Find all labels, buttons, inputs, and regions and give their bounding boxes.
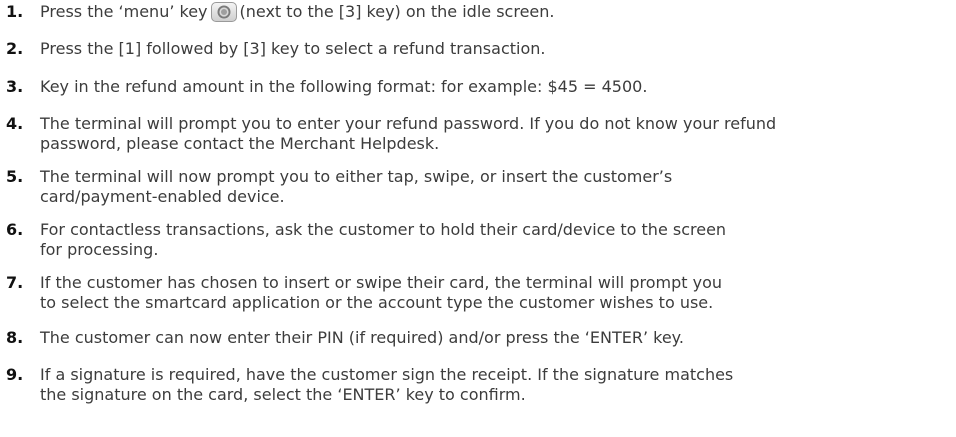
step-7: 7. If the customer has chosen to insert … (6, 273, 722, 313)
step-line: If the customer has chosen to insert or … (40, 273, 723, 292)
step-line: For contactless transactions, ask the cu… (40, 220, 727, 239)
step-number: 6. (6, 220, 24, 239)
step-3: 3. Key in the refund amount in the follo… (6, 77, 647, 97)
step-line: Press the [1] followed by [3] key to sel… (40, 39, 546, 58)
step-2: 2. Press the [1] followed by [3] key to … (6, 39, 545, 59)
step-text: The terminal will now prompt you to eith… (40, 167, 672, 207)
step-text-before: Press the ‘menu’ key (40, 2, 208, 21)
step-5: 5. The terminal will now prompt you to e… (6, 167, 672, 207)
step-text: If the customer has chosen to insert or … (40, 273, 722, 313)
step-line: password, please contact the Merchant He… (40, 134, 440, 153)
step-text: Key in the refund amount in the followin… (40, 77, 647, 97)
step-9: 9. If a signature is required, have the … (6, 365, 733, 405)
step-number: 1. (6, 2, 24, 21)
step-number: 3. (6, 77, 24, 96)
step-number: 4. (6, 114, 24, 133)
step-number: 8. (6, 328, 24, 347)
step-line: The customer can now enter their PIN (if… (40, 328, 684, 347)
step-line: card/payment-enabled device. (40, 187, 285, 206)
step-text: If a signature is required, have the cus… (40, 365, 733, 405)
step-text: For contactless transactions, ask the cu… (40, 220, 726, 260)
step-text: Press the ‘menu’ key (next to the [3] key… (40, 2, 554, 22)
step-line: If a signature is required, have the cus… (40, 365, 734, 384)
step-line: to select the smartcard application or t… (40, 293, 714, 312)
step-text: The terminal will prompt you to enter yo… (40, 114, 776, 154)
step-4: 4. The terminal will prompt you to enter… (6, 114, 776, 154)
step-line: The terminal will now prompt you to eith… (40, 167, 673, 186)
step-line: for processing. (40, 240, 159, 259)
step-text-after: (next to the [3] key) on the idle screen… (239, 2, 555, 21)
step-number: 2. (6, 39, 24, 58)
step-text: Press the [1] followed by [3] key to sel… (40, 39, 545, 59)
step-line: The terminal will prompt you to enter yo… (40, 114, 777, 133)
step-8: 8. The customer can now enter their PIN … (6, 328, 684, 348)
step-1: 1. Press the ‘menu’ key (next to the [3] … (6, 2, 554, 22)
step-line: the signature on the card, select the ‘E… (40, 385, 526, 404)
step-text: The customer can now enter their PIN (if… (40, 328, 684, 348)
step-number: 5. (6, 167, 24, 186)
step-number: 9. (6, 365, 24, 384)
step-6: 6. For contactless transactions, ask the… (6, 220, 726, 260)
menu-key-icon (210, 2, 237, 22)
step-number: 7. (6, 273, 24, 292)
step-line: Key in the refund amount in the followin… (40, 77, 648, 96)
